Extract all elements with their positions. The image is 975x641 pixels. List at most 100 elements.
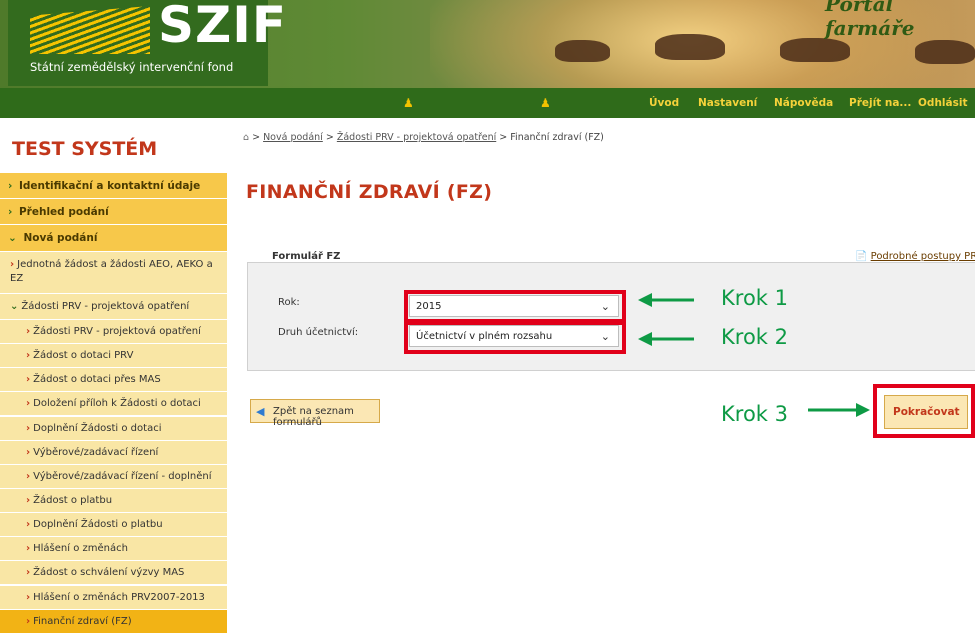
sidebar-item-label: Identifikační a kontaktní údaje (18, 180, 201, 192)
arrow-right-icon (808, 403, 870, 417)
szif-logo[interactable]: SZIF Státní zemědělský intervenční fond (8, 0, 286, 86)
breadcrumb-link-zadosti-prv[interactable]: Žádosti PRV - projektová opatření (337, 132, 496, 143)
sidebar-item-label: Finanční zdraví (FZ) (33, 616, 132, 627)
sidebar-item-label: Nová podání (23, 232, 98, 244)
sidebar-item-label: Žádost o dotaci PRV (33, 350, 134, 361)
sidebar-subitem[interactable]: › Žádost o dotaci přes MAS (0, 367, 227, 391)
chevron-right-icon: › (26, 423, 31, 434)
user-icon[interactable]: ♟ (403, 96, 414, 110)
banner-cow (655, 34, 725, 60)
breadcrumb: ⌂ > Nová podání > Žádosti PRV - projekto… (243, 132, 604, 143)
krok1-highlight (404, 290, 626, 323)
chevron-right-icon: › (26, 374, 31, 385)
logo-field-icon (30, 6, 150, 54)
sidebar-item-label: Žádost o schválení výzvy MAS (33, 567, 185, 578)
nav-uvod[interactable]: Úvod (649, 97, 679, 109)
sidebar-subitem[interactable]: › Doložení příloh k Žádosti o dotaci (0, 391, 227, 415)
sidebar-item-label: Přehled podání (18, 206, 109, 218)
page-title: FINANČNÍ ZDRAVÍ (FZ) (246, 181, 493, 203)
breadcrumb-link-nova-podani[interactable]: Nová podání (263, 132, 323, 143)
sidebar-subitem[interactable]: › Výběrové/zadávací řízení (0, 440, 227, 464)
banner-cow (555, 40, 610, 62)
logo-text: SZIF (158, 0, 288, 54)
sidebar-subitem[interactable]: › Žádost o schválení výzvy MAS (0, 560, 227, 584)
sidebar-item-label: Žádost o dotaci přes MAS (33, 374, 161, 385)
sidebar-item-label: Doplnění Žádosti o platbu (33, 519, 163, 530)
chevron-right-icon: › (10, 259, 15, 270)
sidebar-subitem[interactable]: › Doplnění Žádosti o dotaci (0, 416, 227, 440)
arrow-left-icon (638, 293, 694, 307)
chevron-right-icon: › (26, 350, 31, 361)
nav-nastaveni[interactable]: Nastavení (698, 97, 757, 109)
krok2-label: Krok 2 (721, 325, 788, 349)
sidebar-item-label: Hlášení o změnách (33, 543, 128, 554)
sidebar-item-label: Doložení příloh k Žádosti o dotaci (33, 398, 201, 409)
sidebar-item-label: Žádost o platbu (33, 495, 113, 506)
sidebar-subitem[interactable]: › Žádosti PRV - projektová opatření (0, 319, 227, 343)
krok3-label: Krok 3 (721, 402, 788, 426)
chevron-right-icon: › (26, 543, 31, 554)
breadcrumb-current: Finanční zdraví (FZ) (510, 132, 604, 143)
sidebar-item-identifikacni-udaje[interactable]: › Identifikační a kontaktní údaje (0, 172, 227, 198)
sidebar-item-label: Výběrové/zadávací řízení - doplnění (33, 471, 212, 482)
sidebar-subitem[interactable]: › Finanční zdraví (FZ) (0, 609, 227, 633)
chevron-right-icon: › (26, 447, 31, 458)
sidebar-item-zadosti-prv[interactable]: ⌄ Žádosti PRV - projektová opatření (0, 293, 227, 319)
chevron-right-icon: › (26, 495, 31, 506)
banner-cow (780, 38, 850, 62)
sidebar-subitem[interactable]: › Žádost o platbu (0, 488, 227, 512)
sidebar-item-prehled-podani[interactable]: › Přehled podání (0, 198, 227, 224)
krok1-label: Krok 1 (721, 286, 788, 310)
postupy-link-label: Podrobné postupy PRV (870, 251, 975, 262)
portal-title: Portál farmáře (825, 0, 915, 40)
sidebar-subitem[interactable]: › Doplnění Žádosti o platbu (0, 512, 227, 536)
chevron-right-icon: › (26, 519, 31, 530)
sidebar-item-label: Výběrové/zadávací řízení (33, 447, 159, 458)
top-navbar: ♟ ♟ Úvod Nastavení Nápověda Přejít na...… (0, 88, 975, 118)
back-to-forms-button[interactable]: ◀ Zpět na seznam formulářů (250, 399, 380, 428)
sidebar-item-nova-podani[interactable]: ⌄ Nová podání (0, 224, 227, 251)
sidebar-subitem[interactable]: › Hlášení o změnách (0, 536, 227, 560)
sidebar-item-label: Hlášení o změnách PRV2007-2013 (33, 592, 205, 603)
sidebar-subitem[interactable]: › Žádost o dotaci PRV (0, 343, 227, 367)
sidebar-subitem[interactable]: › Výběrové/zadávací řízení - doplnění (0, 464, 227, 488)
chevron-right-icon: › (26, 567, 31, 578)
sidebar-subitem[interactable]: › Hlášení o změnách PRV2007-2013 (0, 585, 227, 609)
sidebar-title: TEST SYSTÉM (12, 138, 158, 160)
chevron-down-icon: ⌄ (8, 232, 17, 244)
rok-label: Rok: (278, 297, 300, 308)
continue-button[interactable]: Pokračovat (884, 395, 968, 429)
sidebar-item-label: Doplnění Žádosti o dotaci (33, 423, 162, 434)
arrow-left-icon (638, 332, 694, 346)
chevron-right-icon: › (8, 206, 13, 218)
chevron-down-icon: ⌄ (10, 301, 19, 312)
druh-ucetnictvi-label: Druh účetnictví: (278, 327, 359, 338)
chevron-right-icon: › (26, 398, 31, 409)
nav-odhlasit[interactable]: Odhlásit (918, 97, 967, 109)
breadcrumb-separator: > (325, 132, 334, 143)
document-icon: 📄 (855, 251, 868, 262)
breadcrumb-separator: > (499, 132, 508, 143)
sidebar-item-label: Žádosti PRV - projektová opatření (33, 326, 201, 337)
sidebar-item-label: Žádosti PRV - projektová opatření (21, 301, 190, 312)
sidebar-item-jednotna-zadost[interactable]: › Jednotná žádost a žádosti AEO, AEKO a E… (0, 251, 227, 293)
sidebar-item-label: Jednotná žádost a žádosti AEO, AEKO a EZ (10, 259, 213, 284)
chevron-right-icon: › (26, 616, 31, 627)
header-banner: SZIF Státní zemědělský intervenční fond … (0, 0, 975, 88)
logo-subtitle: Státní zemědělský intervenční fond (30, 60, 234, 74)
arrow-back-icon: ◀ (256, 405, 265, 418)
nav-napoveda[interactable]: Nápověda (774, 97, 833, 109)
breadcrumb-separator: > (252, 132, 261, 143)
chevron-right-icon: › (26, 592, 31, 603)
krok2-highlight (404, 321, 626, 354)
user-icon[interactable]: ♟ (540, 96, 551, 110)
banner-cow (915, 40, 975, 64)
chevron-right-icon: › (8, 180, 13, 192)
form-legend: Formulář FZ (268, 251, 345, 262)
postupy-prv-link[interactable]: 📄 Podrobné postupy PRV (855, 251, 975, 262)
back-button-label: Zpět na seznam formulářů (273, 406, 354, 428)
chevron-right-icon: › (26, 326, 31, 337)
home-icon[interactable]: ⌂ (243, 132, 249, 143)
chevron-right-icon: › (26, 471, 31, 482)
nav-prejit-na[interactable]: Přejít na... (849, 97, 911, 109)
